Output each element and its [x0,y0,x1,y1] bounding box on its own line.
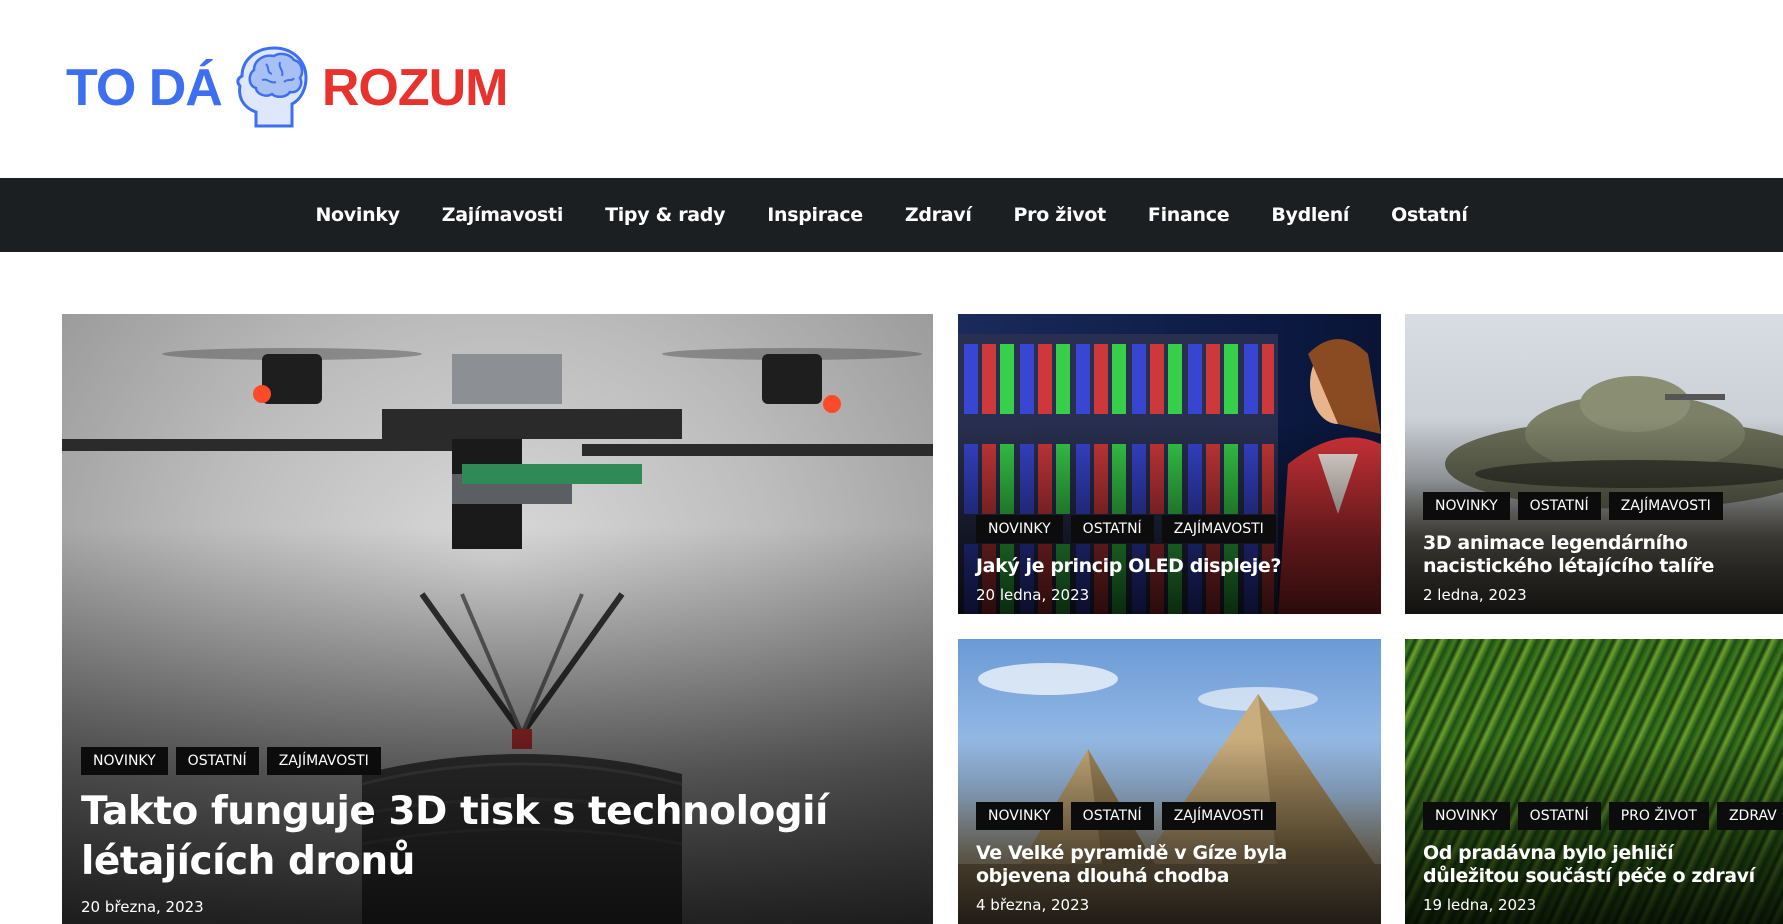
tag-ostatni[interactable]: OSTATNÍ [1070,514,1154,543]
tag-pro-zivot[interactable]: PRO ŽIVOT [1608,801,1709,830]
nav-list: Novinky Zajímavosti Tipy & rady Inspirac… [294,204,1488,226]
tag-zajimavosti[interactable]: ZAJÍMAVOSTI [1161,514,1276,543]
article-date: 20 března, 2023 [81,898,204,916]
tag-list: NOVINKY OSTATNÍ ZAJÍMAVOSTI [1423,491,1773,520]
article-content: NOVINKY OSTATNÍ ZAJÍMAVOSTI Ve Velké pyr… [976,801,1371,914]
nav-item-zajimavosti[interactable]: Zajímavosti [421,204,584,226]
nav-item-zdravi[interactable]: Zdraví [884,204,993,226]
article-date: 2 ledna, 2023 [1423,586,1527,604]
article-card-saucer[interactable]: NOVINKY OSTATNÍ ZAJÍMAVOSTI 3D animace l… [1405,314,1783,614]
article-content: NOVINKY OSTATNÍ ZAJÍMAVOSTI 3D animace l… [1423,491,1773,604]
article-title[interactable]: Jaký je princip OLED displeje? [976,555,1371,578]
article-content: NOVINKY OSTATNÍ ZAJÍMAVOSTI Jaký je prin… [976,514,1371,604]
tag-zajimavosti[interactable]: ZAJÍMAVOSTI [266,746,381,775]
article-card-pine[interactable]: NOVINKY OSTATNÍ PRO ŽIVOT ZDRAV Od pradá… [1405,639,1783,924]
tag-novinky[interactable]: NOVINKY [976,514,1063,543]
article-date: 19 ledna, 2023 [1423,896,1537,914]
article-title[interactable]: 3D animace legendárního nacistického lét… [1423,532,1773,578]
main-navigation: Novinky Zajímavosti Tipy & rady Inspirac… [0,178,1783,252]
nav-item-finance[interactable]: Finance [1127,204,1250,226]
article-title[interactable]: Ve Velké pyramidě v Gíze byla objevena d… [976,842,1371,888]
tag-list: NOVINKY OSTATNÍ ZAJÍMAVOSTI [976,514,1371,543]
article-date: 4 března, 2023 [976,896,1090,914]
tag-list: NOVINKY OSTATNÍ PRO ŽIVOT ZDRAV [1423,801,1783,830]
tag-zdravi[interactable]: ZDRAV [1716,801,1783,830]
featured-article-card[interactable]: NOVINKY OSTATNÍ ZAJÍMAVOSTI Takto funguj… [62,314,933,924]
article-card-pyramids[interactable]: NOVINKY OSTATNÍ ZAJÍMAVOSTI Ve Velké pyr… [958,639,1381,924]
tag-zajimavosti[interactable]: ZAJÍMAVOSTI [1161,801,1276,830]
nav-item-novinky[interactable]: Novinky [294,204,420,226]
tag-ostatni[interactable]: OSTATNÍ [175,746,259,775]
tag-ostatni[interactable]: OSTATNÍ [1517,491,1601,520]
article-title[interactable]: Takto funguje 3D tisk s technologií léta… [81,787,923,888]
site-header: TO DÁ ROZUM [0,0,1783,178]
tag-novinky[interactable]: NOVINKY [1423,491,1510,520]
logo-text-right: ROZUM [321,59,509,117]
nav-item-pro-zivot[interactable]: Pro život [993,204,1127,226]
nav-item-ostatni[interactable]: Ostatní [1370,204,1488,226]
tag-novinky[interactable]: NOVINKY [81,746,168,775]
nav-item-bydleni[interactable]: Bydlení [1250,204,1370,226]
tag-novinky[interactable]: NOVINKY [976,801,1063,830]
article-content: NOVINKY OSTATNÍ PRO ŽIVOT ZDRAV Od pradá… [1423,801,1783,914]
brain-head-icon [236,46,308,128]
tag-list: NOVINKY OSTATNÍ ZAJÍMAVOSTI [81,746,923,775]
nav-item-inspirace[interactable]: Inspirace [746,204,884,226]
tag-zajimavosti[interactable]: ZAJÍMAVOSTI [1608,491,1723,520]
tag-list: NOVINKY OSTATNÍ ZAJÍMAVOSTI [976,801,1371,830]
article-date: 20 ledna, 2023 [976,586,1090,604]
article-content: NOVINKY OSTATNÍ ZAJÍMAVOSTI Takto funguj… [81,746,923,916]
site-logo[interactable]: TO DÁ ROZUM [66,40,509,136]
logo-text-left: TO DÁ [66,59,223,117]
nav-item-tipy-rady[interactable]: Tipy & rady [584,204,746,226]
article-title[interactable]: Od pradávna bylo jehličí důležitou součá… [1423,842,1773,888]
tag-novinky[interactable]: NOVINKY [1423,801,1510,830]
tag-ostatni[interactable]: OSTATNÍ [1517,801,1601,830]
tag-ostatni[interactable]: OSTATNÍ [1070,801,1154,830]
article-card-oled[interactable]: NOVINKY OSTATNÍ ZAJÍMAVOSTI Jaký je prin… [958,314,1381,614]
